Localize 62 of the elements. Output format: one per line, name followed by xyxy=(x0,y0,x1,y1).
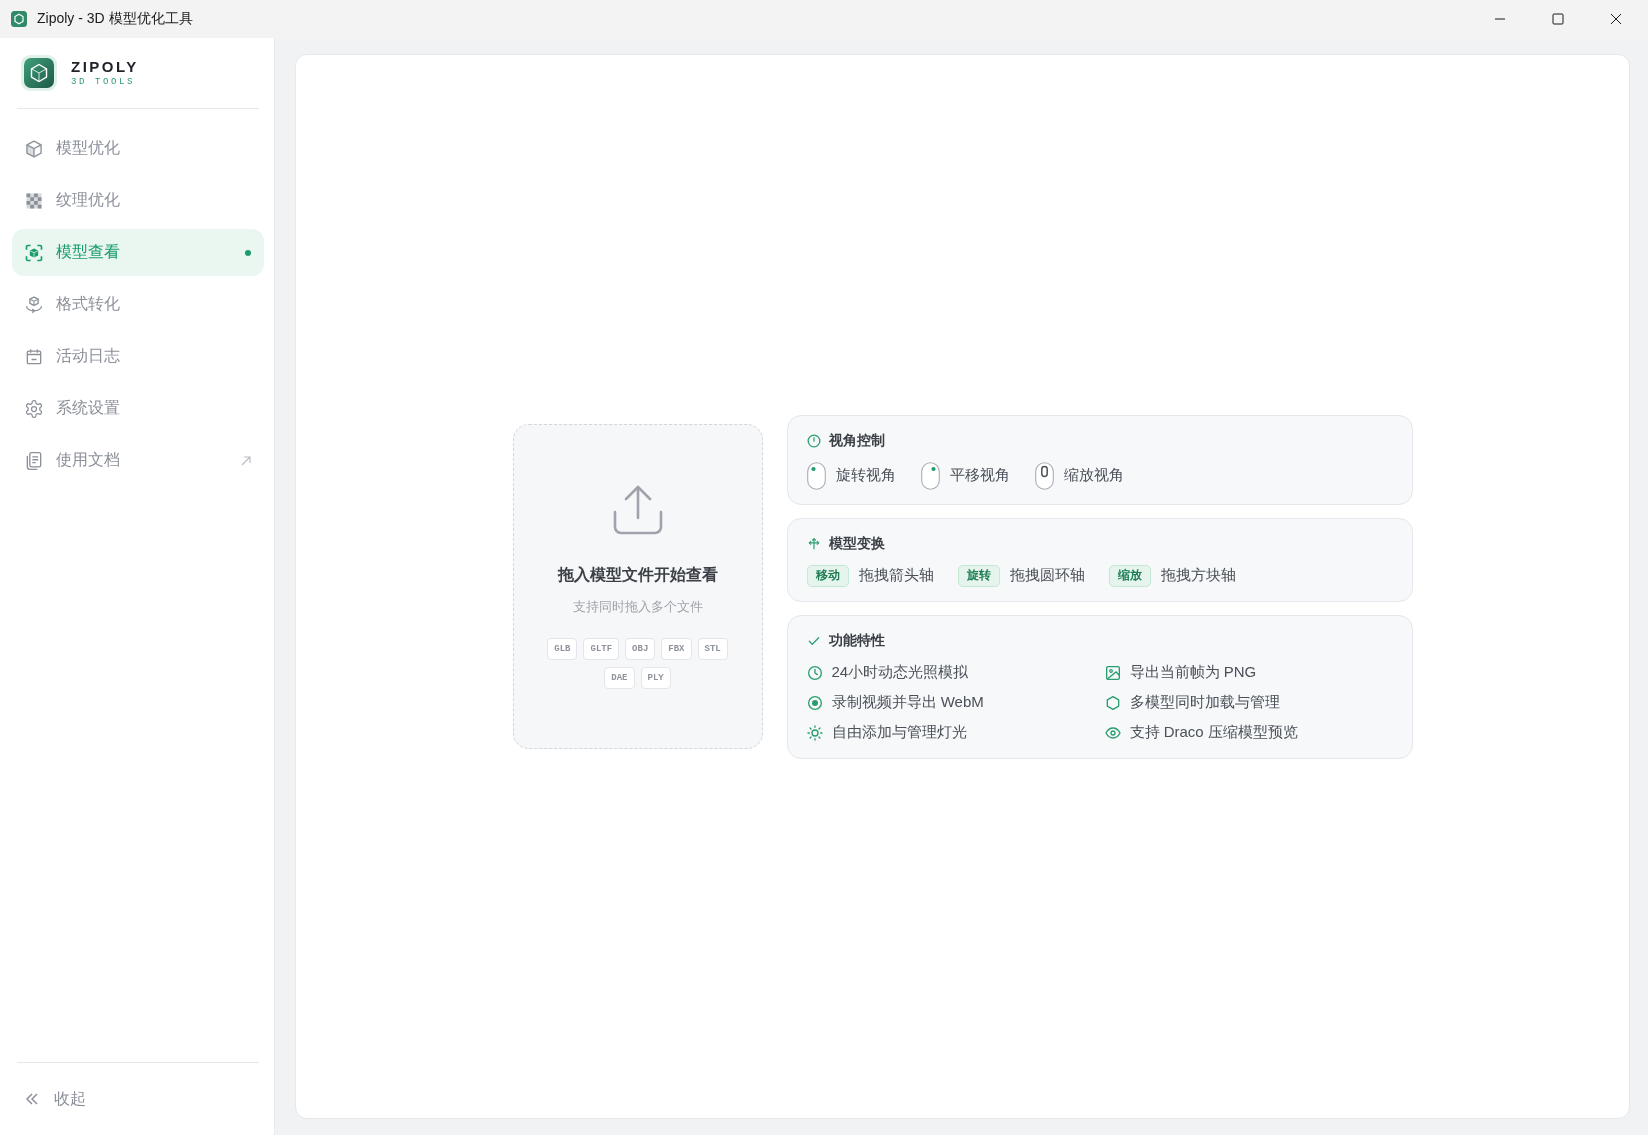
drop-zone[interactable]: 拖入模型文件开始查看 支持同时拖入多个文件 GLB GLTF OBJ FBX STL DAE PLY xyxy=(512,424,763,749)
format-tag: OBJ xyxy=(625,638,656,660)
image-icon xyxy=(1104,664,1121,681)
record-icon xyxy=(806,694,823,711)
action-tag: 旋转 xyxy=(957,564,1000,587)
panel-title: 模型变换 xyxy=(828,534,885,553)
transform-label: 拖拽箭头轴 xyxy=(858,566,934,585)
control-label: 缩放视角 xyxy=(1063,466,1124,485)
active-dot-icon xyxy=(245,249,251,256)
format-tag: FBX xyxy=(661,638,692,660)
eye-icon xyxy=(1104,724,1121,741)
cube-scan-icon xyxy=(24,242,44,263)
window-title: Zipoly - 3D 模型优化工具 xyxy=(37,10,193,28)
control-label: 平移视角 xyxy=(949,466,1010,485)
clock-icon xyxy=(806,664,823,681)
nav-item[interactable]: 格式转化 xyxy=(12,281,264,328)
format-tag: PLY xyxy=(640,667,671,689)
format-tag: STL xyxy=(697,638,728,660)
format-tag: DAE xyxy=(604,667,635,689)
nav-item[interactable]: 活动日志 xyxy=(12,333,264,380)
action-tag: 缩放 xyxy=(1108,564,1151,587)
transform-label: 拖拽方块轴 xyxy=(1160,566,1236,585)
app-icon xyxy=(11,11,27,27)
feature-label: 多模型同时加载与管理 xyxy=(1129,693,1280,712)
mouse-right-click-icon xyxy=(920,461,940,490)
control-label: 旋转视角 xyxy=(835,466,896,485)
cube-rotate-icon xyxy=(24,294,44,315)
mouse-left-click-icon xyxy=(806,461,826,490)
maximize-icon xyxy=(1552,13,1564,25)
close-icon xyxy=(1610,13,1622,25)
action-tag: 移动 xyxy=(806,564,849,587)
cube-icon xyxy=(24,138,44,159)
hexagon-icon xyxy=(1104,694,1121,711)
feature-label: 支持 Draco 压缩模型预览 xyxy=(1129,723,1298,742)
panel-title: 视角控制 xyxy=(828,431,885,450)
feature-label: 24小时动态光照模拟 xyxy=(831,663,969,682)
upload-icon xyxy=(611,484,664,536)
feature-label: 录制视频并导出 WebM xyxy=(831,693,984,712)
brand-name: ZIPOLY xyxy=(71,58,139,75)
panel-title: 功能特性 xyxy=(828,631,885,650)
collapse-button[interactable]: 收起 xyxy=(17,1084,94,1114)
feature-label: 导出当前帧为 PNG xyxy=(1129,663,1257,682)
move-icon xyxy=(806,536,821,551)
nav-item[interactable]: 系统设置 xyxy=(12,385,264,432)
transform-label: 拖拽圆环轴 xyxy=(1009,566,1085,585)
feature-label: 自由添加与管理灯光 xyxy=(831,723,967,742)
logo-icon xyxy=(21,55,57,91)
nav-item[interactable]: 纹理优化 xyxy=(12,177,264,224)
nav-item[interactable]: 使用文档 xyxy=(12,437,264,484)
document-icon xyxy=(24,450,44,471)
drop-subtitle: 支持同时拖入多个文件 xyxy=(572,598,703,616)
brand-tagline: 3D TOOLS xyxy=(71,77,136,88)
nav-item[interactable]: 模型查看 xyxy=(12,229,264,276)
chevrons-left-icon xyxy=(25,1092,39,1106)
dial-icon xyxy=(806,433,821,448)
mouse-scroll-icon xyxy=(1034,461,1054,490)
sun-icon xyxy=(806,724,823,741)
format-tag: GLTF xyxy=(583,638,620,660)
settings-icon xyxy=(24,398,44,419)
nav-item[interactable]: 模型优化 xyxy=(12,125,264,172)
format-tag: GLB xyxy=(547,638,578,660)
drop-title: 拖入模型文件开始查看 xyxy=(557,565,718,585)
